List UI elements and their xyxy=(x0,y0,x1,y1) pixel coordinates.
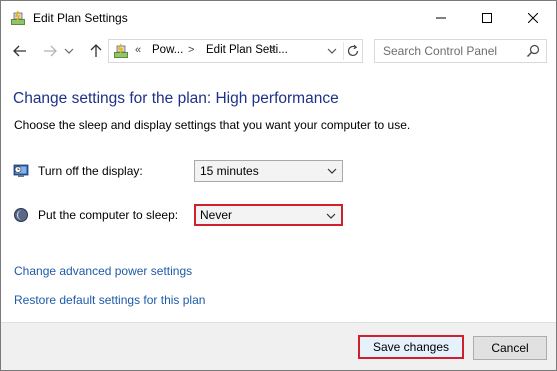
turn-off-display-label: Turn off the display: xyxy=(38,164,143,178)
forward-button[interactable] xyxy=(41,42,59,60)
up-arrow-icon xyxy=(90,44,102,57)
monitor-clock-icon xyxy=(13,163,29,179)
close-button[interactable] xyxy=(510,1,556,34)
forward-arrow-icon xyxy=(44,45,57,57)
maximize-icon xyxy=(482,12,492,23)
chevron-down-icon xyxy=(64,48,74,54)
moon-icon xyxy=(13,207,29,223)
maximize-button[interactable] xyxy=(464,1,510,34)
cancel-button[interactable]: Cancel xyxy=(473,336,547,360)
put-computer-to-sleep-value: Never xyxy=(200,208,233,222)
breadcrumb-separator[interactable]: > xyxy=(269,44,275,56)
breadcrumb-edit-plan-settings[interactable]: Edit Plan Setti... xyxy=(206,44,288,56)
change-advanced-power-settings-link[interactable]: Change advanced power settings xyxy=(14,264,192,278)
back-button[interactable] xyxy=(11,42,29,60)
put-computer-to-sleep-label: Put the computer to sleep: xyxy=(38,208,179,222)
address-overflow-chevron[interactable]: « xyxy=(135,44,141,56)
button-footer: Save changes Cancel xyxy=(1,322,556,370)
search-icon[interactable] xyxy=(526,44,540,58)
window-title: Edit Plan Settings xyxy=(33,11,128,25)
chevron-down-icon xyxy=(327,48,337,54)
navigation-bar: « Pow... > Edit Plan Setti... > Search C… xyxy=(1,34,556,68)
turn-off-display-value: 15 minutes xyxy=(200,164,259,178)
recent-locations-button[interactable] xyxy=(63,42,75,60)
address-bar[interactable]: « Pow... > Edit Plan Setti... > xyxy=(108,39,363,63)
search-box[interactable]: Search Control Panel xyxy=(374,39,547,63)
edit-plan-settings-window: Edit Plan Settings « Pow... > Edit Plan … xyxy=(0,0,557,371)
chevron-down-icon xyxy=(326,213,336,219)
power-options-icon xyxy=(10,10,26,26)
close-icon xyxy=(528,12,538,23)
turn-off-display-select[interactable]: 15 minutes xyxy=(194,160,343,182)
up-button[interactable] xyxy=(87,42,105,60)
refresh-button[interactable] xyxy=(343,42,361,60)
page-description: Choose the sleep and display settings th… xyxy=(14,118,411,132)
address-history-button[interactable] xyxy=(325,44,339,58)
page-title: Change settings for the plan: High perfo… xyxy=(13,90,339,107)
control-panel-icon xyxy=(113,43,129,59)
breadcrumb-power-options[interactable]: Pow... xyxy=(152,44,183,56)
save-changes-button[interactable]: Save changes xyxy=(358,335,464,359)
restore-default-settings-link[interactable]: Restore default settings for this plan xyxy=(14,293,205,307)
search-placeholder[interactable]: Search Control Panel xyxy=(383,44,497,58)
refresh-icon xyxy=(347,44,358,57)
back-arrow-icon xyxy=(13,45,26,57)
chevron-down-icon xyxy=(327,168,337,174)
breadcrumb-separator[interactable]: > xyxy=(188,44,194,56)
minimize-icon xyxy=(436,17,446,18)
put-computer-to-sleep-select[interactable]: Never xyxy=(194,204,343,226)
title-bar: Edit Plan Settings xyxy=(1,1,556,34)
minimize-button[interactable] xyxy=(418,1,464,34)
